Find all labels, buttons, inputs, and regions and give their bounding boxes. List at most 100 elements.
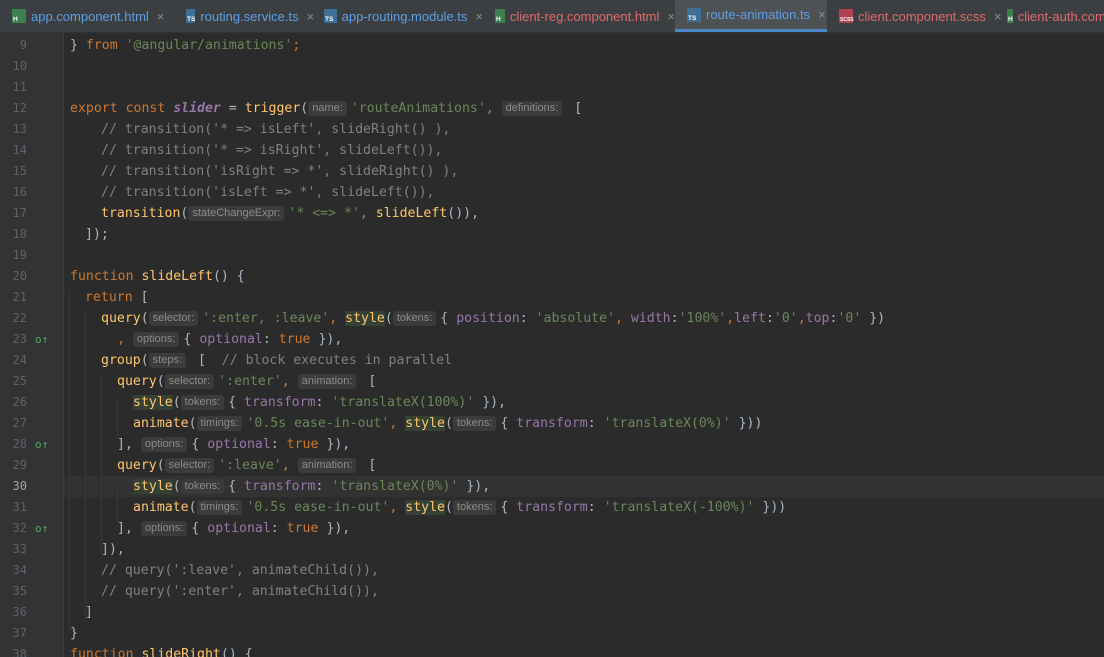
line-number: 11 bbox=[12, 80, 27, 94]
code-text[interactable]: ], options:{ optional: true }), bbox=[117, 518, 350, 539]
code-line: 38 function slideRight() { bbox=[0, 644, 1104, 657]
tab-app-component-html[interactable]: H app.component.html × bbox=[0, 0, 174, 32]
line-number: 28 bbox=[12, 437, 27, 451]
code-text[interactable]: query(selector: ':enter, :leave', style(t… bbox=[101, 308, 885, 329]
tab-app-routing-module-ts[interactable]: TS app-routing.module.ts × bbox=[312, 0, 483, 32]
tab-client-auth-component[interactable]: H client-auth.com bbox=[995, 0, 1104, 32]
tab-label: app.component.html bbox=[31, 8, 149, 24]
parameter-hint: options: bbox=[140, 521, 188, 536]
tab-routing-service-ts[interactable]: TS routing.service.ts × bbox=[174, 0, 314, 32]
tab-client-component-scss[interactable]: SCSS client.component.scss × bbox=[827, 0, 1002, 32]
code-text[interactable]: style(tokens:{ transform: 'translateX(0%… bbox=[133, 476, 490, 497]
line-number: 17 bbox=[12, 206, 27, 220]
line-number: 15 bbox=[12, 164, 27, 178]
close-icon[interactable]: × bbox=[667, 9, 675, 24]
code-line: 23 o↑ , options:{ optional: true }), bbox=[0, 329, 1104, 350]
typescript-file-icon: TS bbox=[687, 7, 701, 22]
code-text[interactable]: animate(timings: '0.5s ease-in-out', styl… bbox=[133, 413, 762, 434]
code-line: 10 bbox=[0, 56, 1104, 77]
parameter-hint: selector: bbox=[148, 311, 199, 326]
line-number: 32 bbox=[12, 521, 27, 535]
code-line: 21 return [ bbox=[0, 287, 1104, 308]
line-number: 26 bbox=[12, 395, 27, 409]
code-line: 19 bbox=[0, 245, 1104, 266]
close-icon[interactable]: × bbox=[157, 9, 165, 24]
code-comment[interactable]: // transition('* => isRight', slideLeft(… bbox=[101, 140, 442, 161]
line-number: 16 bbox=[12, 185, 27, 199]
code-editor[interactable]: 9 } from '@angular/animations'; 10 11 12… bbox=[0, 32, 1104, 657]
parameter-hint: tokens: bbox=[180, 395, 225, 410]
code-comment[interactable]: // query(':leave', animateChild()), bbox=[101, 560, 379, 581]
line-number: 19 bbox=[12, 248, 27, 262]
line-number: 13 bbox=[12, 122, 27, 136]
tab-route-animation-ts[interactable]: TS route-animation.ts × bbox=[675, 0, 827, 32]
implementation-marker-icon[interactable]: o↑ bbox=[35, 329, 48, 350]
code-line: 11 bbox=[0, 77, 1104, 98]
code-comment[interactable]: // transition('* => isLeft', slideRight(… bbox=[101, 119, 450, 140]
parameter-hint: tokens: bbox=[452, 416, 497, 431]
line-number: 10 bbox=[12, 59, 27, 73]
code-text[interactable]: query(selector: ':leave', animation: [ bbox=[117, 455, 376, 476]
code-line: 18 ]); bbox=[0, 224, 1104, 245]
parameter-hint: selector: bbox=[164, 374, 215, 389]
code-line: 36 ] bbox=[0, 602, 1104, 623]
code-line: 9 } from '@angular/animations'; bbox=[0, 35, 1104, 56]
code-text[interactable]: ] bbox=[85, 602, 93, 623]
tab-label: app-routing.module.ts bbox=[341, 8, 468, 24]
close-icon[interactable]: × bbox=[818, 7, 826, 22]
code-text[interactable]: ], options:{ optional: true }), bbox=[117, 434, 350, 455]
code-comment[interactable]: // transition('isRight => *', slideRight… bbox=[101, 161, 458, 182]
typescript-file-icon: TS bbox=[186, 9, 196, 23]
line-number: 30 bbox=[12, 479, 27, 493]
code-line: 20 function slideLeft() { bbox=[0, 266, 1104, 287]
parameter-hint: name: bbox=[308, 101, 347, 116]
parameter-hint: options: bbox=[140, 437, 188, 452]
code-text[interactable]: transition(stateChangeExpr: '* <=> *', sl… bbox=[101, 203, 479, 224]
code-text[interactable]: return [ bbox=[85, 287, 149, 308]
editor-tab-bar: H app.component.html × TS routing.servic… bbox=[0, 0, 1104, 33]
line-number: 22 bbox=[12, 311, 27, 325]
code-line: 35 // query(':enter', animateChild()), bbox=[0, 581, 1104, 602]
line-number: 9 bbox=[19, 38, 27, 52]
code-text[interactable]: ]); bbox=[85, 224, 109, 245]
line-number: 23 bbox=[12, 332, 27, 346]
code-line: 13 // transition('* => isLeft', slideRig… bbox=[0, 119, 1104, 140]
parameter-hint: animation: bbox=[297, 458, 357, 473]
code-line: 17 transition(stateChangeExpr: '* <=> *',… bbox=[0, 203, 1104, 224]
line-number: 34 bbox=[12, 563, 27, 577]
code-text[interactable]: , options:{ optional: true }), bbox=[117, 329, 342, 350]
code-text[interactable]: export const slider = trigger(name:'rout… bbox=[70, 98, 582, 119]
parameter-hint: tokens: bbox=[392, 311, 437, 326]
parameter-hint: timings: bbox=[196, 416, 243, 431]
code-line: 29 query(selector: ':leave', animation: [ bbox=[0, 455, 1104, 476]
code-comment[interactable]: // transition('isLeft => *', slideLeft()… bbox=[101, 182, 434, 203]
implementation-marker-icon[interactable]: o↑ bbox=[35, 434, 48, 455]
implementation-marker-icon[interactable]: o↑ bbox=[35, 518, 48, 539]
code-text[interactable]: query(selector: ':enter', animation: [ bbox=[117, 371, 376, 392]
close-icon[interactable]: × bbox=[475, 9, 483, 24]
code-line-current: 30 style(tokens:{ transform: 'translateX… bbox=[0, 476, 1104, 497]
tab-client-reg-component-html[interactable]: H client-reg.component.html × bbox=[483, 0, 675, 32]
code-text[interactable]: animate(timings: '0.5s ease-in-out', styl… bbox=[133, 497, 786, 518]
line-number: 29 bbox=[12, 458, 27, 472]
line-number: 37 bbox=[12, 626, 27, 640]
code-line: 26 style(tokens:{ transform: 'translateX… bbox=[0, 392, 1104, 413]
tab-label: client-reg.component.html bbox=[509, 8, 660, 24]
line-number: 24 bbox=[12, 353, 27, 367]
tab-label: client-auth.com bbox=[1017, 8, 1104, 24]
code-text[interactable]: ]), bbox=[101, 539, 125, 560]
code-comment[interactable]: // query(':enter', animateChild()), bbox=[101, 581, 379, 602]
code-line: 31 animate(timings: '0.5s ease-in-out', s… bbox=[0, 497, 1104, 518]
code-text[interactable]: } from '@angular/animations'; bbox=[70, 35, 300, 56]
code-line: 16 // transition('isLeft => *', slideLef… bbox=[0, 182, 1104, 203]
code-text[interactable]: function slideRight() { bbox=[70, 644, 253, 657]
code-text[interactable]: style(tokens:{ transform: 'translateX(10… bbox=[133, 392, 506, 413]
code-text[interactable]: } bbox=[70, 623, 78, 644]
code-text[interactable]: function slideLeft() { bbox=[70, 266, 245, 287]
line-number: 35 bbox=[12, 584, 27, 598]
html-file-icon: H bbox=[12, 9, 26, 23]
parameter-hint: selector: bbox=[164, 458, 215, 473]
code-text[interactable]: group(steps: [ // block executes in para… bbox=[101, 350, 452, 371]
tab-label: route-animation.ts bbox=[706, 7, 811, 22]
line-number: 33 bbox=[12, 542, 27, 556]
